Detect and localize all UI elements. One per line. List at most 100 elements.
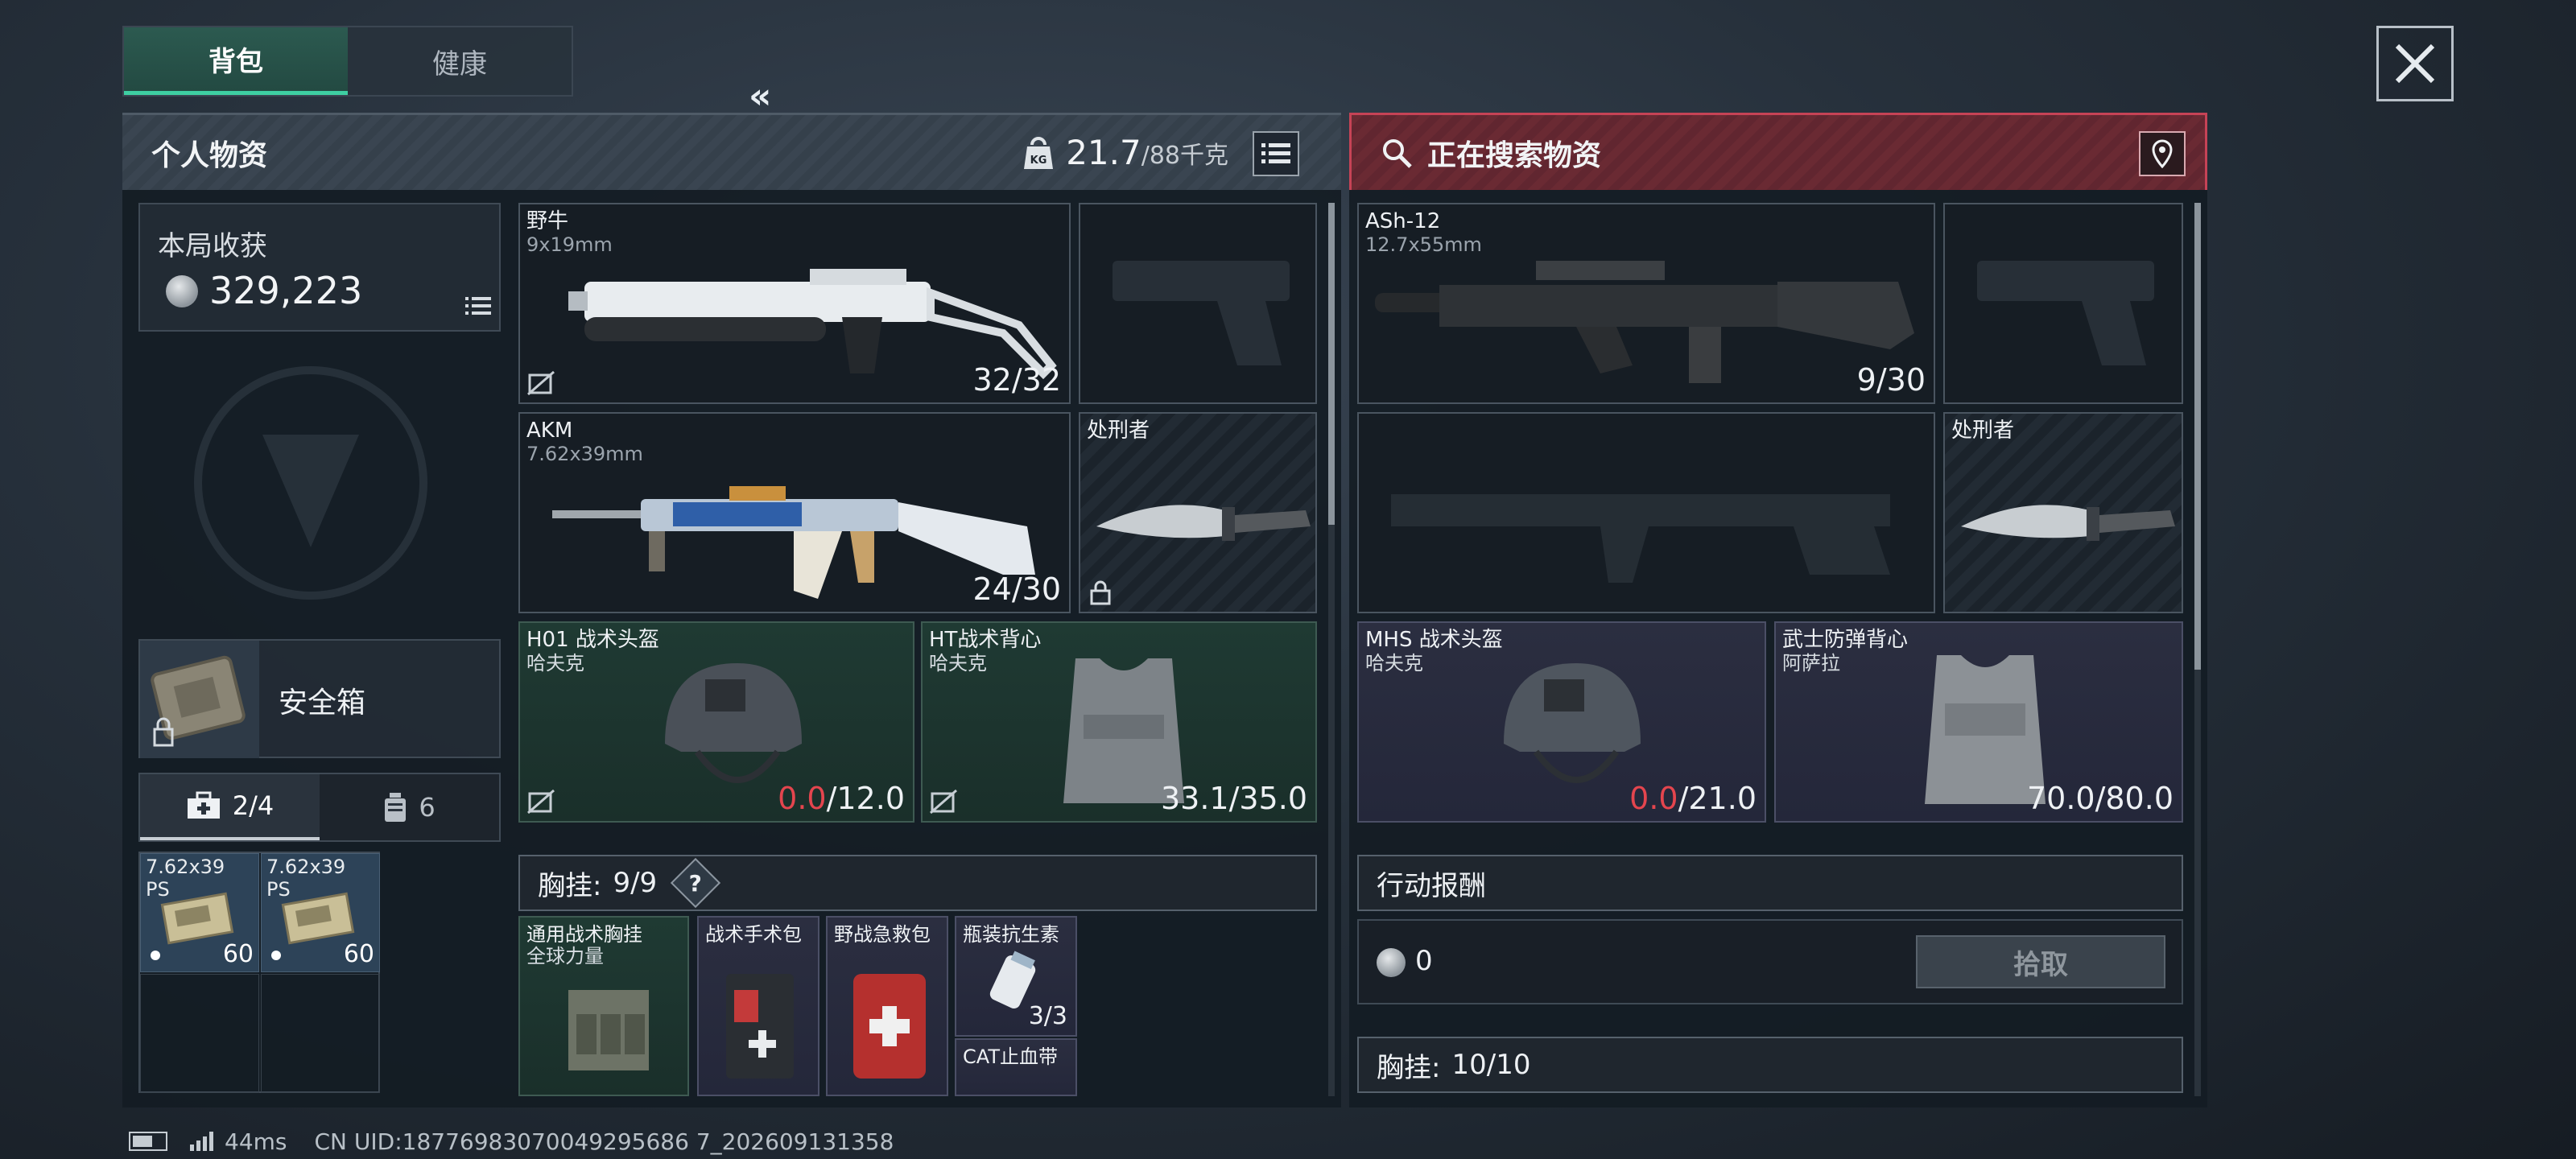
loot-helmet-slot[interactable]: MHS 战术头盔 哈夫克 0.0/21.0: [1357, 621, 1766, 823]
melee-name: 处刑者: [1087, 419, 1150, 443]
chest-rig-label: 胸挂:: [1377, 1051, 1441, 1084]
rifle-silhouette-icon: [1391, 494, 1890, 583]
ammo-name: 7.62x39: [146, 856, 225, 878]
vest-name: HT战术背心: [929, 628, 1042, 652]
location-pin-icon: [2152, 139, 2173, 168]
loot-pistol-slot-empty[interactable]: [1943, 203, 2183, 404]
vest-name: 武士防弹背心: [1782, 628, 1909, 652]
ammo-dot: [151, 951, 160, 960]
weight-indicator: KG 21.7/88千克: [1022, 133, 1228, 172]
pistol-slot-empty[interactable]: [1079, 203, 1317, 404]
empty-slot[interactable]: [261, 974, 380, 1093]
durability-max: /12.0: [826, 781, 905, 816]
rig-item-first-aid-kit[interactable]: 野战急救包: [826, 916, 948, 1096]
rig-item-qty: 3/3: [1028, 1002, 1067, 1030]
weight-icon: KG: [1024, 136, 1054, 169]
ammo-box-icon: [281, 892, 355, 945]
rig-item-name: CAT止血带: [963, 1046, 1058, 1068]
ammo-item[interactable]: 7.62x39 PS 60: [140, 853, 259, 972]
loot-melee-slot[interactable]: 处刑者: [1943, 412, 2183, 613]
right-scrollbar[interactable]: [2194, 203, 2201, 1096]
ammo-sub: PS: [266, 878, 291, 901]
container-tabs: 2/4 6: [138, 773, 501, 842]
vest-slot[interactable]: HT战术背心 哈夫克 33.1/35.0: [921, 621, 1317, 823]
melee-slot[interactable]: 处刑者: [1079, 412, 1317, 613]
ash12-rifle-icon: [1375, 261, 1914, 383]
loot-primary-weapon-slot[interactable]: ASh-12 12.7x55mm 9/30: [1357, 203, 1935, 404]
helmet-icon: [1504, 663, 1641, 783]
loot-chest-rig-bar[interactable]: 胸挂: 10/10: [1357, 1037, 2183, 1093]
left-scrollbar[interactable]: [1328, 203, 1335, 1096]
battery-icon: [129, 1132, 167, 1151]
rig-item-sub: 全球力量: [526, 945, 604, 967]
medkit-icon: [187, 791, 220, 819]
no-insure-icon: [527, 370, 555, 396]
secure-container-grid: 7.62x39 PS 60 7.62x39 PS 60: [138, 852, 380, 1093]
rewards-row: 0 拾取: [1357, 919, 2183, 1004]
ammo-box-icon: [160, 892, 234, 945]
sort-list-button[interactable]: [1253, 131, 1299, 176]
rig-item-chest-rig[interactable]: 通用战术胸挂 全球力量: [518, 916, 689, 1096]
ammo-name: 7.62x39: [266, 856, 346, 878]
weight-max: /88千克: [1141, 141, 1228, 170]
currency-icon: [166, 275, 198, 307]
pickup-button[interactable]: 拾取: [1916, 935, 2165, 988]
helmet-brand: 哈夫克: [526, 652, 584, 674]
rig-item-surgery-kit[interactable]: 战术手术包: [697, 916, 819, 1096]
panel-title: 正在搜索物资: [1427, 138, 1602, 172]
harvest-value: 329,223: [209, 269, 363, 312]
vest-durability: 70.0/80.0: [2026, 781, 2174, 816]
no-insure-icon: [930, 789, 957, 815]
main-tabs: 背包 健康: [122, 26, 573, 97]
collapse-left-icon[interactable]: «: [749, 79, 789, 114]
durability-current: 0.0: [1629, 781, 1678, 816]
tab-canister-pouch[interactable]: 6: [320, 774, 499, 840]
tab-health[interactable]: 健康: [348, 27, 572, 95]
helmet-name: H01 战术头盔: [526, 628, 659, 652]
canister-icon: [385, 793, 407, 822]
signal-icon: [190, 1132, 213, 1151]
rewards-value: 0: [1415, 945, 1433, 977]
helmet-durability: 0.0/21.0: [1629, 781, 1757, 816]
rig-item-antibiotics[interactable]: 瓶装抗生素 3/3: [955, 916, 1077, 1037]
empty-slot[interactable]: [140, 974, 259, 1093]
weapon-caliber: 7.62x39mm: [526, 443, 643, 465]
tab-backpack[interactable]: 背包: [124, 27, 348, 95]
chest-rig-count: 10/10: [1451, 1049, 1531, 1081]
ammo-item[interactable]: 7.62x39 PS 60: [261, 853, 380, 972]
no-insure-icon: [527, 789, 555, 815]
pistol-silhouette-icon: [1113, 261, 1290, 365]
search-icon: [1383, 138, 1412, 168]
weapon-caliber: 9x19mm: [526, 233, 613, 256]
weapon-caliber: 12.7x55mm: [1365, 233, 1482, 256]
primary-weapon-slot[interactable]: 野牛 9x19mm 32/32: [518, 203, 1071, 404]
safe-box-slot[interactable]: 安全箱: [138, 639, 501, 758]
secondary-weapon-slot[interactable]: AKM 7.62x39mm 24/30: [518, 412, 1071, 613]
loot-secondary-slot-empty[interactable]: [1357, 412, 1935, 613]
safe-box-thumbnail: [140, 641, 259, 758]
knife-icon: [1096, 505, 1311, 541]
rewards-bar: 行动报酬: [1357, 855, 2183, 911]
rig-item-tourniquet[interactable]: CAT止血带: [955, 1038, 1077, 1096]
help-icon[interactable]: ?: [671, 857, 721, 909]
close-icon: [2395, 43, 2435, 84]
loot-vest-slot[interactable]: 武士防弹背心 阿萨拉 70.0/80.0: [1774, 621, 2183, 823]
left-scroll-thumb[interactable]: [1328, 203, 1335, 525]
ammo-count: 24/30: [972, 571, 1061, 607]
locate-button[interactable]: [2139, 131, 2186, 176]
round-harvest-card[interactable]: 本局收获 329,223: [138, 203, 501, 332]
close-button[interactable]: [2376, 26, 2454, 101]
canister-pouch-count: 6: [419, 792, 436, 823]
status-bar: 44ms CN UID:18776983070049295686 7_20260…: [129, 1127, 894, 1156]
list-icon: [1261, 143, 1290, 163]
rig-item-name: 通用战术胸挂: [526, 923, 642, 946]
tab-medkit-pouch[interactable]: 2/4: [140, 774, 320, 840]
harvest-list-icon[interactable]: [465, 296, 491, 317]
ammo-count: 9/30: [1856, 362, 1926, 398]
chest-rig-bar[interactable]: 胸挂: 9/9 ?: [518, 855, 1317, 911]
helmet-slot[interactable]: H01 战术头盔 哈夫克 0.0/12.0: [518, 621, 914, 823]
medkit-pouch-count: 2/4: [232, 790, 275, 821]
vest-brand: 阿萨拉: [1782, 652, 1840, 674]
harvest-label: 本局收获: [158, 230, 267, 262]
right-scroll-thumb[interactable]: [2194, 203, 2201, 670]
